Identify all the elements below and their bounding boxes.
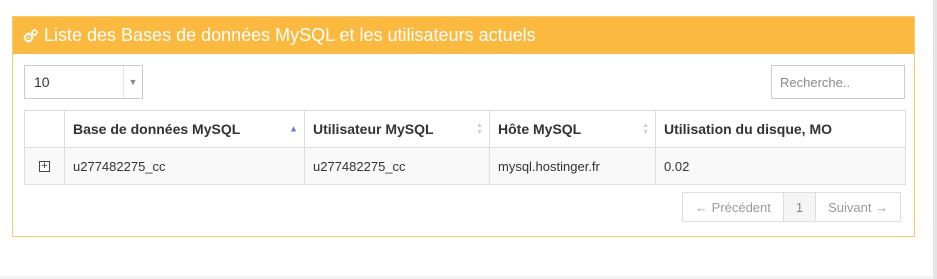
column-header-host[interactable]: Hôte MySQL ▲ ▼ <box>489 110 656 148</box>
gears-icon <box>23 28 39 44</box>
page-length-select[interactable]: 10 ▼ <box>24 65 143 99</box>
panel-header: Liste des Bases de données MySQL et les … <box>13 17 914 54</box>
column-header-host-label: Hôte MySQL <box>498 121 582 137</box>
column-header-user-label: Utilisateur MySQL <box>313 121 434 137</box>
sort-icon: ▲ ▼ <box>476 122 483 136</box>
sort-asc-icon: ▲▼ <box>289 123 298 134</box>
table-row: + u277482275_cc u277482275_cc mysql.host… <box>24 147 906 185</box>
databases-panel: Liste des Bases de données MySQL et les … <box>12 16 915 237</box>
previous-page-button[interactable]: ← Précédent <box>683 193 784 221</box>
host-cell: mysql.hostinger.fr <box>489 147 656 185</box>
next-page-button[interactable]: Suivant → <box>816 193 900 221</box>
sort-icon: ▲ ▼ <box>642 122 649 136</box>
expand-cell: + <box>24 147 65 185</box>
dropdown-arrow-icon: ▼ <box>123 66 142 98</box>
column-header-disk-usage[interactable]: Utilisation du disque, MO <box>655 110 906 148</box>
page-1-button[interactable]: 1 <box>783 193 817 221</box>
user-cell: u277482275_cc <box>304 147 490 185</box>
pagination: ← Précédent 1 Suivant → <box>682 192 902 222</box>
disk-usage-cell: 0.02 <box>655 147 906 185</box>
expand-plus-icon[interactable]: + <box>39 160 50 172</box>
panel-title: Liste des Bases de données MySQL et les … <box>44 25 536 45</box>
right-edge <box>933 0 937 279</box>
column-header-database-label: Base de données MySQL <box>73 121 241 137</box>
column-header-expand <box>24 110 65 148</box>
database-cell: u277482275_cc <box>64 147 305 185</box>
table-header-row: Base de données MySQL ▲▼ Utilisateur MyS… <box>24 110 906 148</box>
column-header-user[interactable]: Utilisateur MySQL ▲ ▼ <box>304 110 490 148</box>
page-length-value: 10 <box>34 74 50 90</box>
search-input[interactable] <box>771 65 905 99</box>
column-header-database[interactable]: Base de données MySQL ▲▼ <box>64 110 305 148</box>
databases-table: Base de données MySQL ▲▼ Utilisateur MyS… <box>24 110 906 185</box>
